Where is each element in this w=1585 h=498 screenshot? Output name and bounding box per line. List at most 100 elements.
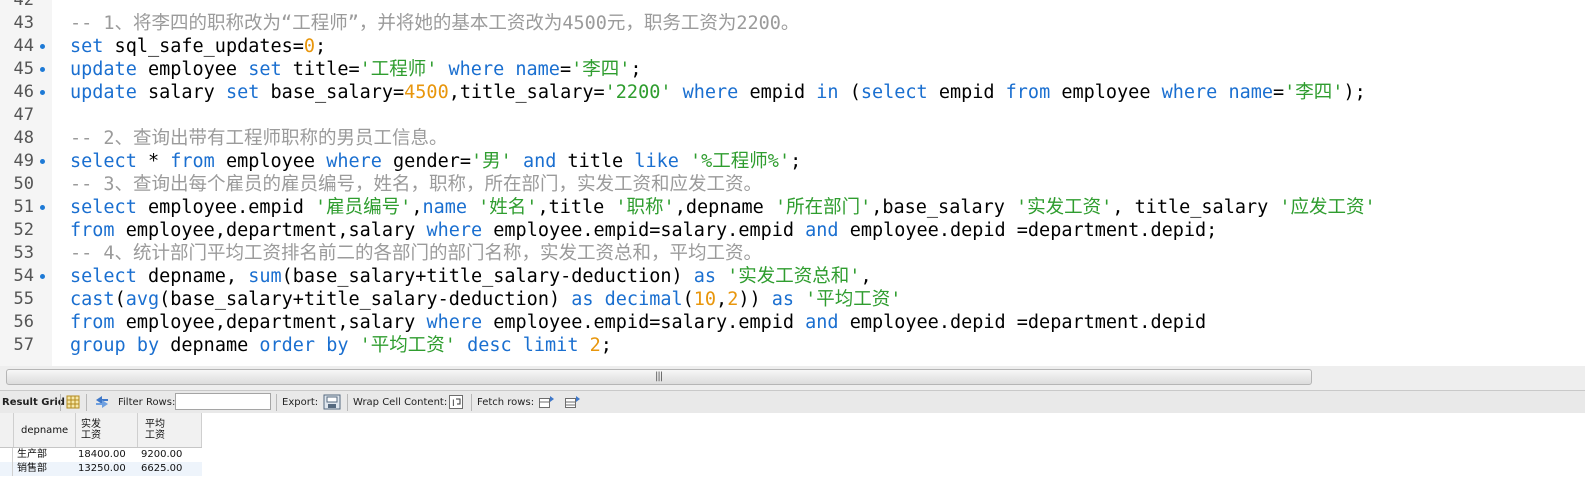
toolbar-divider	[60, 394, 61, 411]
code-token: ,	[860, 266, 872, 287]
code-token: ,	[716, 289, 728, 310]
keyword: as	[571, 289, 594, 310]
cell-depname[interactable]: 销售部	[17, 462, 47, 476]
code-token: depname,	[136, 266, 249, 287]
code-token: employee.empid=salary.empid	[482, 312, 806, 333]
keyword: from	[70, 312, 115, 333]
code-token: =	[559, 59, 572, 80]
cell-average-salary[interactable]: 9200.00	[141, 448, 182, 462]
filter-rows-input[interactable]	[175, 393, 271, 410]
line-number: 51	[13, 197, 34, 217]
code-line[interactable]: 52 from employee,department,salary where …	[0, 219, 1585, 242]
string-literal: '应发工资'	[1279, 197, 1376, 218]
keyword: decimal	[604, 289, 683, 310]
code-text: -- 1、将李四的职称改为“工程师”，并将她的基本工资改为4500元，职务工资为…	[70, 12, 799, 35]
sql-editor[interactable]: 42 43 -- 1、将李四的职称改为“工程师”，并将她的基本工资改为4500元，职…	[0, 0, 1585, 366]
code-token: title=	[281, 59, 360, 80]
scrollbar-grip[interactable]: |||	[655, 371, 663, 382]
keyword: set	[70, 36, 104, 57]
line-number: 49	[13, 151, 34, 171]
table-row[interactable]: 生产部 18400.00 9200.00	[0, 448, 202, 462]
string-literal: '职称'	[615, 197, 675, 218]
code-line[interactable]: 43 -- 1、将李四的职称改为“工程师”，并将她的基本工资改为4500元，职务工…	[0, 12, 1585, 35]
code-line[interactable]: 57 group by depname order by '平均工资' desc …	[0, 334, 1585, 357]
row-selector[interactable]	[0, 462, 13, 476]
keyword: cast	[70, 289, 115, 310]
code-text: select * from employee where gender='男' …	[70, 150, 801, 173]
code-line[interactable]: 56 from employee,department,salary where …	[0, 311, 1585, 334]
refresh-icon[interactable]	[93, 394, 109, 410]
table-row[interactable]: 销售部 13250.00 6625.00	[0, 462, 202, 476]
keyword: by	[136, 335, 160, 356]
line-number: 44	[13, 36, 34, 56]
line-number: 57	[13, 335, 34, 355]
fetch-all-icon[interactable]	[564, 394, 580, 410]
keyword: set	[248, 59, 282, 80]
code-token: (base_salary+title_salary-deduction)	[281, 266, 694, 287]
code-line[interactable]: 47	[0, 104, 1585, 127]
row-selector-header[interactable]	[0, 413, 14, 447]
keyword: update	[70, 82, 137, 103]
toolbar-divider	[471, 394, 472, 411]
keyword: from	[70, 220, 115, 241]
code-line[interactable]: 46 update salary set base_salary=4500,tit…	[0, 81, 1585, 104]
keyword: and	[805, 220, 839, 241]
column-header-label: 实发 工资	[81, 419, 101, 441]
code-line[interactable]: 42	[0, 0, 1585, 12]
column-header-actual-salary[interactable]: 实发 工资	[76, 413, 138, 447]
keyword: select	[70, 266, 137, 287]
keyword: and	[805, 312, 839, 333]
code-token: employee,department,salary	[114, 220, 427, 241]
code-line[interactable]: 44 set sql_safe_updates=0;	[0, 35, 1585, 58]
cell-depname[interactable]: 生产部	[17, 448, 47, 462]
column-header-average-salary[interactable]: 平均 工资	[138, 413, 202, 447]
string-literal: '%工程师%'	[690, 151, 791, 172]
code-token: gender=	[381, 151, 472, 172]
code-line[interactable]: 49 select * from employee where gender='男…	[0, 150, 1585, 173]
export-file-icon[interactable]	[323, 394, 341, 410]
column-header-label: 平均 工资	[145, 419, 165, 441]
number-literal: 2	[727, 289, 739, 310]
number-literal: 10	[693, 289, 717, 310]
code-text: from employee,department,salary where em…	[70, 311, 1206, 334]
result-grid[interactable]: depname 实发 工资 平均 工资 生产部 18400.00 9200.00…	[0, 413, 1585, 498]
code-token: );	[1343, 82, 1366, 103]
column-header-depname[interactable]: depname	[14, 413, 76, 447]
keyword: set	[225, 82, 260, 103]
code-token: sql_safe_updates=	[103, 36, 304, 57]
wrap-text-icon[interactable]: I	[448, 394, 464, 410]
cell-actual-salary[interactable]: 18400.00	[78, 448, 126, 462]
code-line[interactable]: 48 -- 2、查询出带有工程师职称的男员工信息。	[0, 127, 1585, 150]
line-number: 47	[13, 105, 34, 125]
code-line[interactable]: 54 select depname, sum(base_salary+title_…	[0, 265, 1585, 288]
editor-result-splitter[interactable]: |||	[0, 366, 1585, 390]
fetch-next-icon[interactable]	[538, 394, 554, 410]
keyword: name	[515, 59, 560, 80]
line-number: 55	[13, 289, 34, 309]
cell-actual-salary[interactable]: 13250.00	[78, 462, 126, 476]
line-number: 52	[13, 220, 34, 240]
grid-view-icon[interactable]	[65, 394, 81, 410]
cell-average-salary[interactable]: 6625.00	[141, 462, 182, 476]
string-literal: '所在部门'	[774, 197, 872, 218]
row-selector[interactable]	[0, 448, 13, 462]
code-text: cast(avg(base_salary+title_salary-deduct…	[70, 288, 901, 311]
keyword: limit	[522, 335, 579, 356]
line-number: 56	[13, 312, 34, 332]
statement-marker-icon	[40, 159, 45, 164]
comment: -- 1、将李四的职称改为“工程师”，并将她的基本工资改为4500元，职务工资为…	[70, 13, 800, 34]
code-token: salary	[136, 82, 226, 103]
code-line[interactable]: 50 -- 3、查询出每个雇员的雇员编号，姓名，职称，所在部门，实发工资和应发工资…	[0, 173, 1585, 196]
code-line[interactable]: 53 -- 4、统计部门平均工资排名前二的各部门的部门名称，实发工资总和，平均工资…	[0, 242, 1585, 265]
code-line[interactable]: 45 update employee set title='工程师' where …	[0, 58, 1585, 81]
horizontal-scrollbar[interactable]: |||	[6, 369, 1312, 385]
line-number: 42	[13, 0, 34, 10]
code-line[interactable]: 55 cast(avg(base_salary+title_salary-dedu…	[0, 288, 1585, 311]
code-line[interactable]: 51 select employee.empid '雇员编号',name '姓名'…	[0, 196, 1585, 219]
